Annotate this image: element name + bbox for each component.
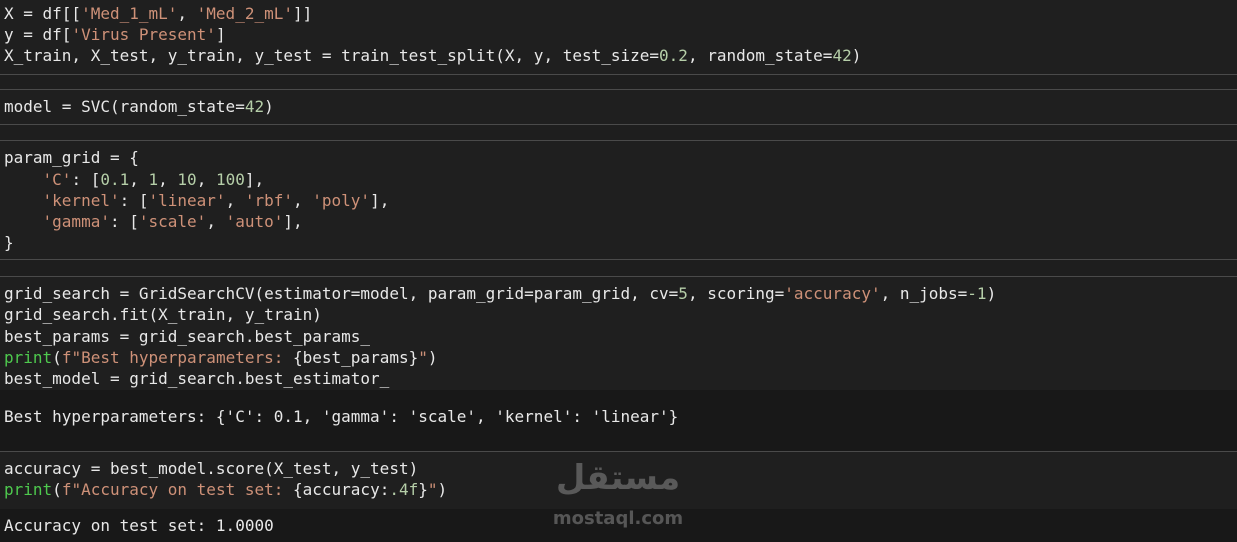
- code-line: best_params = grid_search.best_params_: [4, 327, 371, 346]
- code-line: model = SVC(random_state=42): [4, 97, 274, 116]
- code-line: X = df[['Med_1_mL', 'Med_2_mL']]: [4, 4, 313, 23]
- code-line: accuracy = best_model.score(X_test, y_te…: [4, 459, 419, 478]
- code-line: }: [4, 233, 14, 252]
- code-line: grid_search = GridSearchCV(estimator=mod…: [4, 284, 997, 303]
- code-line: print(f"Accuracy on test set: {accuracy:…: [4, 480, 448, 499]
- output-text: Accuracy on test set: 1.0000: [4, 516, 274, 535]
- cell-divider: [0, 74, 1237, 75]
- cell-divider: [0, 124, 1237, 125]
- code-line: X_train, X_test, y_train, y_test = train…: [4, 46, 862, 65]
- code-line: 'C': [0.1, 1, 10, 100],: [42, 170, 265, 189]
- output-text: Best hyperparameters: {'C': 0.1, 'gamma'…: [4, 407, 679, 426]
- code-line: y = df['Virus Present']: [4, 25, 226, 44]
- output-cell-4: Best hyperparameters: {'C': 0.1, 'gamma'…: [0, 390, 1237, 451]
- code-line: 'kernel': ['linear', 'rbf', 'poly'],: [42, 191, 390, 210]
- output-cell-5: Accuracy on test set: 1.0000: [0, 509, 1237, 542]
- code-cell-2[interactable]: model = SVC(random_state=42): [0, 90, 1237, 124]
- code-cell-4[interactable]: grid_search = GridSearchCV(estimator=mod…: [0, 277, 1237, 390]
- code-line: print(f"Best hyperparameters: {best_para…: [4, 348, 438, 367]
- cell-divider: [0, 259, 1237, 260]
- code-line: grid_search.fit(X_train, y_train): [4, 305, 322, 324]
- code-line: 'gamma': ['scale', 'auto'],: [42, 212, 303, 231]
- code-cell-3[interactable]: param_grid = { 'C': [0.1, 1, 10, 100], '…: [0, 141, 1237, 259]
- code-line: best_model = grid_search.best_estimator_: [4, 369, 390, 388]
- code-cell-1[interactable]: X = df[['Med_1_mL', 'Med_2_mL']] y = df[…: [0, 0, 1237, 74]
- code-cell-5[interactable]: accuracy = best_model.score(X_test, y_te…: [0, 452, 1237, 509]
- code-line: param_grid = {: [4, 148, 139, 167]
